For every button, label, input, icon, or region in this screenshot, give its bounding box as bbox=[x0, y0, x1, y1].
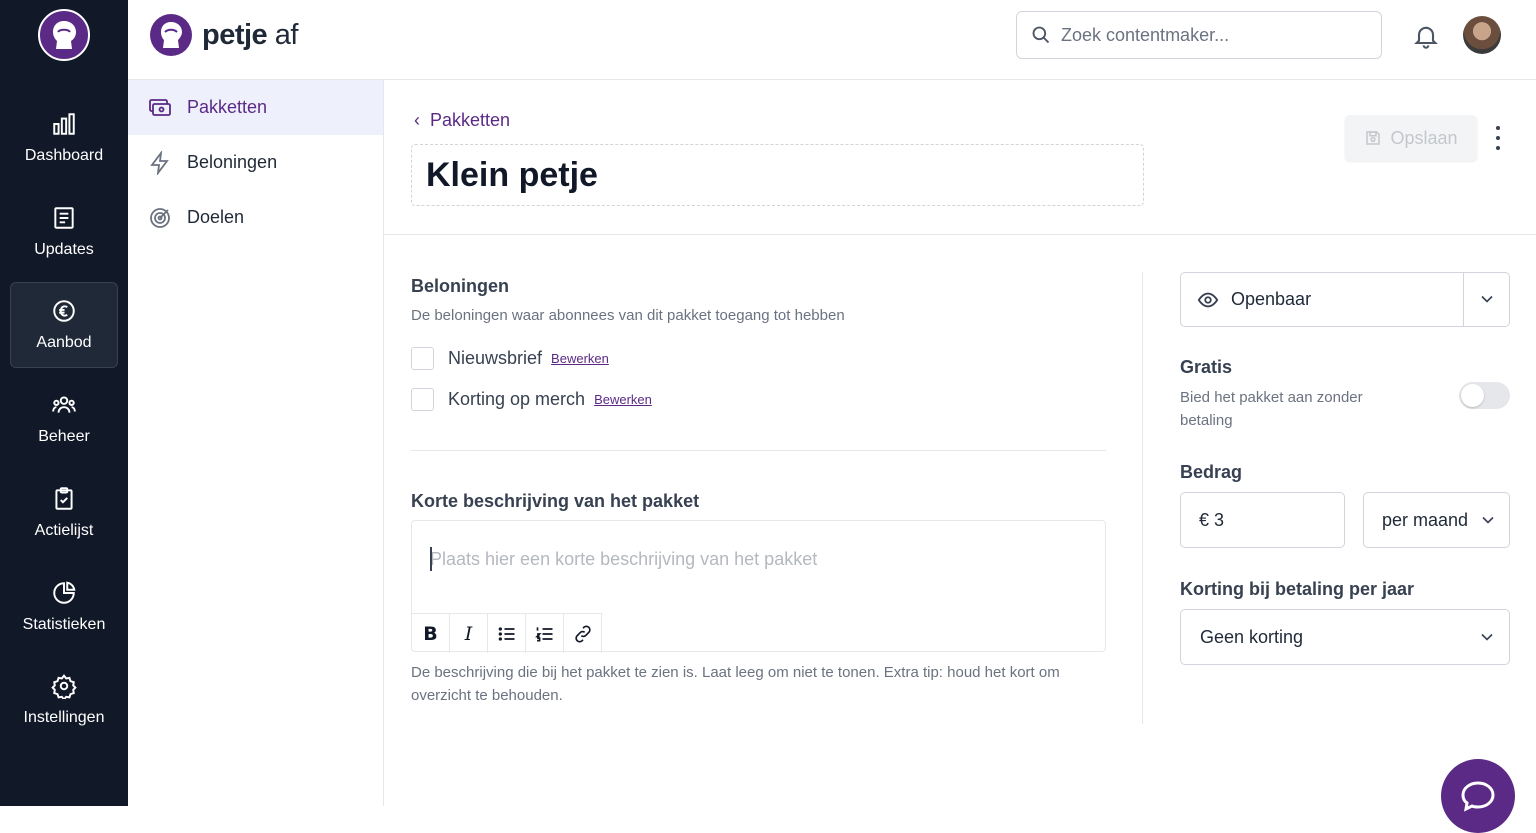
toggle-knob bbox=[1461, 384, 1484, 407]
reward-label: Korting op merch bbox=[448, 389, 585, 410]
rail-item-label: Updates bbox=[34, 241, 94, 259]
rail-item-aanbod[interactable]: Aanbod bbox=[10, 282, 118, 368]
pie-chart-icon bbox=[51, 580, 77, 606]
euro-icon bbox=[51, 298, 77, 324]
text-caret bbox=[430, 547, 432, 571]
amount-title: Bedrag bbox=[1180, 462, 1242, 483]
gear-icon bbox=[51, 673, 77, 699]
subnav-item-pakketten[interactable]: Pakketten bbox=[128, 80, 383, 135]
top-bar: petje af bbox=[128, 0, 1536, 80]
main-content: ‹ Pakketten Klein petje Opslaan Beloning… bbox=[384, 80, 1536, 806]
search-box[interactable] bbox=[1016, 11, 1382, 59]
chevron-down-icon[interactable] bbox=[1477, 289, 1497, 309]
packages-icon bbox=[148, 96, 172, 120]
rewards-title: Beloningen bbox=[411, 276, 509, 297]
bell-icon[interactable] bbox=[1412, 22, 1440, 50]
rewards-help: De beloningen waar abonnees van dit pakk… bbox=[411, 304, 845, 327]
bullet-list-button[interactable] bbox=[488, 614, 526, 653]
petje-af-logo[interactable] bbox=[38, 9, 90, 61]
editor-toolbar: B I bbox=[412, 613, 602, 653]
back-label: Pakketten bbox=[430, 110, 510, 131]
subnav-label: Doelen bbox=[187, 207, 244, 228]
editor-placeholder: Plaats hier een korte beschrijving van h… bbox=[430, 549, 817, 570]
search-input[interactable] bbox=[1061, 25, 1361, 46]
description-help: De beschrijving die bij het pakket te zi… bbox=[411, 661, 1101, 707]
edit-reward-link[interactable]: Bewerken bbox=[594, 392, 652, 407]
gratis-title: Gratis bbox=[1180, 357, 1232, 378]
save-label: Opslaan bbox=[1390, 128, 1457, 149]
user-avatar[interactable] bbox=[1463, 16, 1501, 54]
clipboard-check-icon bbox=[51, 486, 77, 512]
back-link[interactable]: ‹ Pakketten bbox=[414, 110, 510, 131]
search-icon bbox=[1031, 25, 1051, 45]
newspaper-icon bbox=[51, 205, 77, 231]
users-icon bbox=[51, 392, 77, 418]
rail-item-label: Beheer bbox=[38, 428, 90, 446]
subnav-label: Beloningen bbox=[187, 152, 277, 173]
chevron-down-icon bbox=[1477, 627, 1497, 647]
numbered-list-icon bbox=[535, 624, 555, 644]
rail-item-instellingen[interactable]: Instellingen bbox=[10, 657, 118, 743]
column-divider bbox=[1142, 272, 1143, 724]
rail-item-label: Aanbod bbox=[36, 334, 91, 352]
bold-button[interactable]: B bbox=[412, 614, 450, 653]
subnav-label: Pakketten bbox=[187, 97, 267, 118]
period-value: per maand bbox=[1382, 510, 1468, 531]
more-options-icon[interactable] bbox=[1490, 126, 1506, 150]
period-select[interactable]: per maand bbox=[1363, 492, 1510, 548]
numbered-list-button[interactable] bbox=[526, 614, 564, 653]
header-divider bbox=[384, 234, 1536, 235]
bar-chart-icon bbox=[51, 111, 77, 137]
reward-checkbox[interactable] bbox=[411, 388, 434, 411]
reward-row: Nieuwsbrief Bewerken bbox=[411, 347, 609, 370]
subnav-item-beloningen[interactable]: Beloningen bbox=[128, 135, 383, 190]
bullet-list-icon bbox=[497, 624, 517, 644]
rail-item-actielijst[interactable]: Actielijst bbox=[10, 470, 118, 556]
brand[interactable]: petje af bbox=[150, 14, 298, 56]
package-title-input[interactable]: Klein petje bbox=[411, 144, 1144, 206]
rail-item-dashboard[interactable]: Dashboard bbox=[10, 95, 118, 181]
sub-navigation: Pakketten Beloningen Doelen bbox=[128, 80, 384, 806]
edit-reward-link[interactable]: Bewerken bbox=[551, 351, 609, 366]
visibility-select[interactable]: Openbaar bbox=[1180, 272, 1510, 327]
main-rail: Dashboard Updates Aanbod Beheer Actielij… bbox=[0, 0, 128, 806]
chevron-left-icon: ‹ bbox=[414, 110, 420, 131]
rail-item-statistieken[interactable]: Statistieken bbox=[10, 564, 118, 650]
discount-title: Korting bij betaling per jaar bbox=[1180, 579, 1414, 600]
section-divider bbox=[411, 450, 1106, 451]
brand-name: petje af bbox=[202, 19, 298, 52]
eye-icon bbox=[1197, 289, 1219, 311]
discount-value: Geen korting bbox=[1200, 627, 1303, 648]
chat-bubble-icon bbox=[1459, 779, 1497, 813]
rail-item-updates[interactable]: Updates bbox=[10, 189, 118, 275]
save-icon bbox=[1364, 129, 1382, 147]
chat-button[interactable] bbox=[1441, 759, 1515, 833]
rail-item-label: Actielijst bbox=[35, 522, 94, 540]
link-button[interactable] bbox=[564, 614, 602, 653]
save-button[interactable]: Opslaan bbox=[1345, 115, 1477, 161]
visibility-value: Openbaar bbox=[1231, 289, 1311, 310]
brand-logo-icon bbox=[150, 14, 192, 56]
select-split bbox=[1463, 273, 1464, 326]
link-icon bbox=[573, 624, 593, 644]
lightning-icon bbox=[148, 151, 172, 175]
description-title: Korte beschrijving van het pakket bbox=[411, 491, 699, 512]
reward-label: Nieuwsbrief bbox=[448, 348, 542, 369]
description-editor[interactable]: Plaats hier een korte beschrijving van h… bbox=[411, 520, 1106, 652]
rail-item-label: Statistieken bbox=[23, 616, 106, 634]
rail-item-label: Instellingen bbox=[24, 709, 105, 727]
target-icon bbox=[148, 206, 172, 230]
chevron-down-icon bbox=[1478, 510, 1498, 530]
italic-button[interactable]: I bbox=[450, 614, 488, 653]
reward-row: Korting op merch Bewerken bbox=[411, 388, 652, 411]
reward-checkbox[interactable] bbox=[411, 347, 434, 370]
subnav-item-doelen[interactable]: Doelen bbox=[128, 190, 383, 245]
gratis-help: Bied het pakket aan zonder betaling bbox=[1180, 386, 1390, 432]
rail-item-label: Dashboard bbox=[25, 147, 103, 165]
gratis-toggle[interactable] bbox=[1459, 382, 1510, 409]
discount-select[interactable]: Geen korting bbox=[1180, 609, 1510, 665]
rail-item-beheer[interactable]: Beheer bbox=[10, 376, 118, 462]
amount-input[interactable]: € 3 bbox=[1180, 492, 1345, 548]
